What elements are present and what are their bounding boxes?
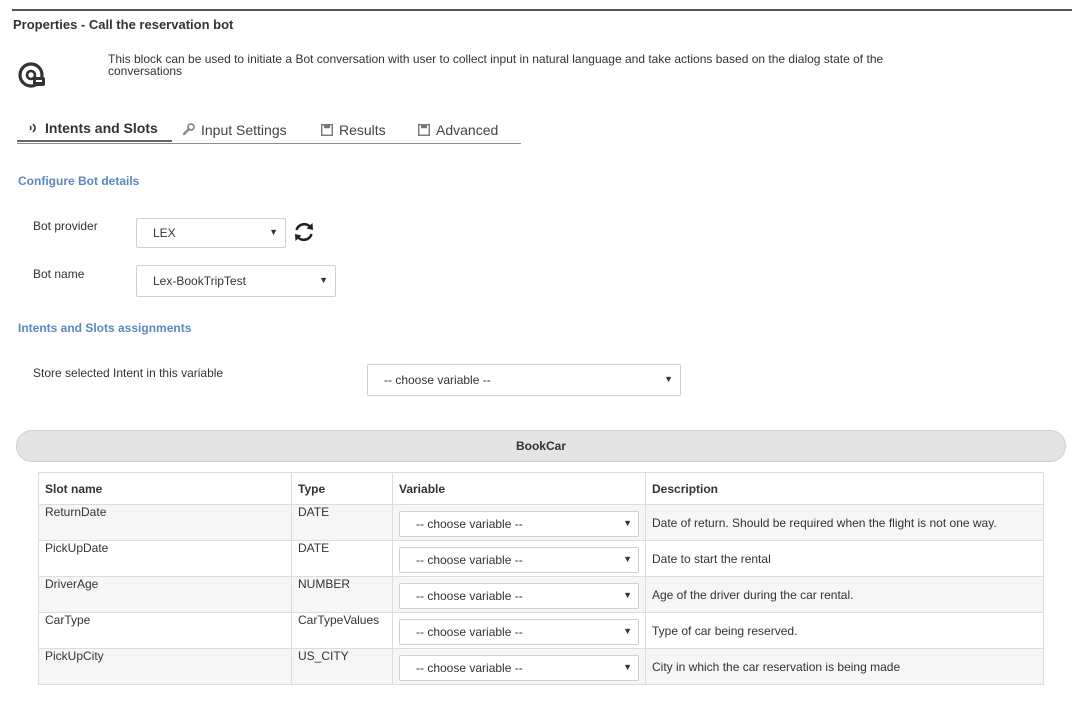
block-description: This block can be used to initiate a Bot… [108, 52, 884, 78]
column-header-type: Type [291, 472, 393, 505]
dropdown-arrow-icon: ▼ [623, 661, 632, 672]
slot-name-cell: CarType [38, 612, 292, 649]
bot-provider-label: Bot provider [33, 219, 98, 233]
tab-intents-and-slots[interactable]: Intents and Slots [17, 116, 172, 142]
slot-variable-value: -- choose variable -- [416, 552, 523, 567]
slot-variable-cell: -- choose variable -- ▼ [392, 576, 646, 613]
slot-variable-select[interactable]: -- choose variable -- ▼ [399, 510, 639, 537]
slot-name-cell: PickUpCity [38, 648, 292, 685]
tab-label: Results [339, 121, 386, 138]
dropdown-arrow-icon: ▼ [664, 374, 673, 384]
slot-variable-value: -- choose variable -- [416, 588, 523, 603]
column-header-slot-name: Slot name [38, 472, 292, 505]
slot-name-cell: ReturnDate [38, 504, 292, 541]
column-header-variable: Variable [392, 472, 646, 505]
bot-name-label: Bot name [33, 267, 85, 281]
dropdown-arrow-icon: ▼ [623, 625, 632, 636]
intents-slots-heading: Intents and Slots assignments [18, 321, 192, 335]
dropdown-arrow-icon: ▼ [269, 227, 278, 237]
tab-input-settings[interactable]: Input Settings [182, 116, 287, 143]
slot-variable-cell: -- choose variable -- ▼ [392, 612, 646, 649]
tab-label: Input Settings [201, 121, 287, 138]
slot-name-cell: DriverAge [38, 576, 292, 613]
header-divider [12, 9, 1072, 11]
slot-variable-value: -- choose variable -- [416, 516, 523, 531]
column-header-description: Description [645, 472, 1044, 505]
store-intent-variable-select[interactable]: -- choose variable -- ▼ [367, 364, 681, 396]
dropdown-arrow-icon: ▼ [623, 517, 632, 528]
tab-results[interactable]: Results [321, 116, 386, 143]
dropdown-arrow-icon: ▼ [319, 275, 328, 285]
table-row: PickUpCity US_CITY -- choose variable --… [38, 648, 1044, 685]
slot-description-cell: Date of return. Should be required when … [645, 504, 1044, 541]
refresh-icon[interactable] [292, 220, 316, 244]
wrench-icon [182, 123, 195, 136]
table-row: ReturnDate DATE -- choose variable -- ▼ … [38, 504, 1044, 541]
bot-name-select[interactable]: Lex-BookTripTest ▼ [136, 265, 336, 297]
floppy-disk-icon [418, 123, 430, 136]
slot-variable-select[interactable]: -- choose variable -- ▼ [399, 618, 639, 645]
slot-variable-cell: -- choose variable -- ▼ [392, 504, 646, 541]
slot-variable-value: -- choose variable -- [416, 624, 523, 639]
slots-table: Slot name Type Variable Description Retu… [38, 472, 1044, 685]
table-row: PickUpDate DATE -- choose variable -- ▼ … [38, 540, 1044, 577]
tab-label: Intents and Slots [45, 120, 158, 136]
intent-name: BookCar [515, 439, 566, 453]
slot-variable-select[interactable]: -- choose variable -- ▼ [399, 582, 639, 609]
intent-panel-header[interactable]: BookCar [16, 430, 1066, 462]
slot-description-cell: City in which the car reservation is bei… [645, 648, 1044, 685]
bot-block-icon [18, 62, 45, 88]
table-header-row: Slot name Type Variable Description [38, 472, 1044, 505]
store-intent-label: Store selected Intent in this variable [33, 366, 224, 380]
slot-type-cell: CarTypeValues [291, 612, 393, 649]
slot-variable-select[interactable]: -- choose variable -- ▼ [399, 546, 639, 573]
tab-advanced[interactable]: Advanced [418, 116, 498, 143]
store-intent-value: -- choose variable -- [384, 373, 491, 387]
slot-type-cell: US_CITY [291, 648, 393, 685]
slot-variable-select[interactable]: -- choose variable -- ▼ [399, 654, 639, 681]
sound-wave-icon [27, 122, 39, 134]
slot-description-cell: Age of the driver during the car rental. [645, 576, 1044, 613]
bot-provider-value: LEX [153, 226, 176, 240]
slot-variable-value: -- choose variable -- [416, 660, 523, 675]
dropdown-arrow-icon: ▼ [623, 589, 632, 600]
page-title: Properties - Call the reservation bot [13, 17, 234, 32]
tab-bar: Intents and Slots Input Settings Results… [17, 116, 521, 144]
slot-type-cell: DATE [291, 540, 393, 577]
bot-name-value: Lex-BookTripTest [153, 274, 246, 288]
table-row: DriverAge NUMBER -- choose variable -- ▼… [38, 576, 1044, 613]
slot-description-cell: Date to start the rental [645, 540, 1044, 577]
slot-variable-cell: -- choose variable -- ▼ [392, 648, 646, 685]
slot-type-cell: DATE [291, 504, 393, 541]
table-row: CarType CarTypeValues -- choose variable… [38, 612, 1044, 649]
bot-provider-select[interactable]: LEX ▼ [136, 218, 286, 248]
slot-variable-cell: -- choose variable -- ▼ [392, 540, 646, 577]
slot-type-cell: NUMBER [291, 576, 393, 613]
dropdown-arrow-icon: ▼ [623, 553, 632, 564]
slot-description-cell: Type of car being reserved. [645, 612, 1044, 649]
slot-name-cell: PickUpDate [38, 540, 292, 577]
floppy-disk-icon [321, 123, 333, 136]
configure-bot-heading: Configure Bot details [18, 174, 140, 188]
tab-label: Advanced [436, 121, 499, 138]
